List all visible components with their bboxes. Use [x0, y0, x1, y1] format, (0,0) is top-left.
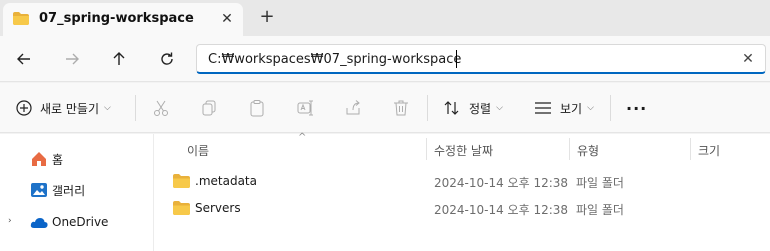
nav-item-label: OneDrive — [52, 215, 109, 229]
arrow-up-icon — [113, 52, 125, 65]
close-tab-icon[interactable]: ✕ — [218, 10, 236, 28]
new-tab-button[interactable]: + — [257, 7, 277, 27]
copy-icon — [202, 100, 216, 116]
paste-button[interactable] — [248, 96, 266, 120]
nav-item-gallery[interactable]: 갤러리 — [0, 177, 154, 203]
navigation-bar: C:₩workspaces₩07_spring-workspace ✕ — [0, 36, 770, 82]
share-icon — [346, 100, 360, 115]
sort-icon — [444, 101, 459, 115]
share-button[interactable] — [344, 96, 362, 120]
view-list-icon — [535, 102, 551, 114]
file-type: 파일 폴더 — [576, 176, 624, 190]
sort-ascending-icon: ^ — [298, 132, 307, 143]
more-options-button[interactable]: ··· — [626, 96, 647, 120]
chevron-down-icon: ⌵ — [496, 103, 503, 113]
column-divider[interactable] — [569, 138, 570, 160]
plus-circle-icon — [16, 100, 32, 116]
more-icon: ··· — [626, 98, 648, 118]
navigation-pane: 홈 갤러리 › OneDrive — [0, 134, 154, 251]
divider — [135, 95, 136, 121]
column-divider[interactable] — [426, 138, 427, 160]
text-caret — [456, 50, 457, 68]
nav-item-label: 홈 — [52, 153, 64, 167]
column-header-modified[interactable]: 수정한 날짜 — [434, 142, 493, 159]
copy-button[interactable] — [200, 96, 218, 120]
new-button[interactable]: 새로 만들기 ⌵ — [16, 96, 111, 120]
column-divider[interactable] — [690, 138, 691, 160]
delete-button[interactable] — [392, 96, 410, 120]
folder-icon — [173, 201, 190, 215]
arrow-right-icon — [66, 53, 79, 65]
file-row[interactable]: .metadata 2024-10-14 오후 12:38 파일 폴더 — [155, 168, 770, 194]
gallery-icon — [31, 183, 47, 197]
tab-strip: 07_spring-workspace ✕ + — [0, 0, 770, 36]
rename-icon — [297, 100, 313, 116]
file-row[interactable]: Servers 2024-10-14 오후 12:38 파일 폴더 — [155, 195, 770, 221]
home-icon — [32, 152, 46, 166]
command-bar: 새로 만들기 ⌵ 정렬 ⌵ 보기 ⌵ ··· — [0, 83, 770, 133]
tab-title: 07_spring-workspace — [39, 11, 194, 26]
up-button[interactable] — [107, 47, 131, 71]
rename-button[interactable] — [296, 96, 314, 120]
folder-icon — [13, 12, 29, 25]
new-button-label: 새로 만들기 — [40, 101, 100, 116]
column-header-type[interactable]: 유형 — [577, 142, 599, 159]
scissors-icon — [154, 100, 168, 116]
divider — [427, 95, 428, 121]
clear-address-icon[interactable]: ✕ — [739, 50, 757, 68]
back-button[interactable] — [12, 47, 36, 71]
view-button[interactable]: 보기 ⌵ — [534, 96, 594, 120]
file-name: .metadata — [195, 174, 257, 188]
nav-item-onedrive[interactable]: › OneDrive — [0, 210, 154, 236]
column-headers: ^ 이름 수정한 날짜 유형 크기 — [155, 132, 770, 163]
column-header-size[interactable]: 크기 — [698, 142, 720, 159]
sort-button[interactable]: 정렬 ⌵ — [443, 96, 503, 120]
trash-icon — [394, 100, 408, 116]
view-button-label: 보기 — [560, 101, 583, 116]
nav-item-home[interactable]: 홈 — [0, 146, 154, 172]
tab-07-spring-workspace[interactable]: 07_spring-workspace ✕ — [3, 3, 243, 36]
chevron-right-icon[interactable]: › — [8, 216, 12, 226]
arrow-left-icon — [17, 53, 30, 65]
clipboard-icon — [250, 100, 264, 117]
refresh-icon — [161, 52, 173, 65]
file-type: 파일 폴더 — [576, 203, 624, 217]
sort-button-label: 정렬 — [469, 101, 492, 116]
refresh-button[interactable] — [155, 47, 179, 71]
file-name: Servers — [195, 201, 241, 215]
file-modified: 2024-10-14 오후 12:38 — [434, 203, 569, 217]
nav-item-label: 갤러리 — [52, 184, 86, 198]
divider — [610, 95, 611, 121]
forward-button[interactable] — [60, 47, 84, 71]
cut-button[interactable] — [152, 96, 170, 120]
file-list: ^ 이름 수정한 날짜 유형 크기 .metadata 2024-10-14 오… — [155, 132, 770, 251]
onedrive-icon — [30, 218, 48, 228]
address-path[interactable]: C:₩workspaces₩07_spring-workspace — [208, 52, 461, 67]
address-bar[interactable]: C:₩workspaces₩07_spring-workspace ✕ — [196, 44, 766, 74]
chevron-down-icon: ⌵ — [104, 103, 111, 113]
chevron-down-icon: ⌵ — [587, 103, 594, 113]
file-modified: 2024-10-14 오후 12:38 — [434, 176, 569, 190]
column-header-name[interactable]: 이름 — [187, 142, 209, 159]
folder-icon — [173, 174, 190, 188]
explorer-content: 홈 갤러리 › OneDrive ^ 이름 수정한 날짜 유형 크기 .meta… — [0, 132, 770, 251]
